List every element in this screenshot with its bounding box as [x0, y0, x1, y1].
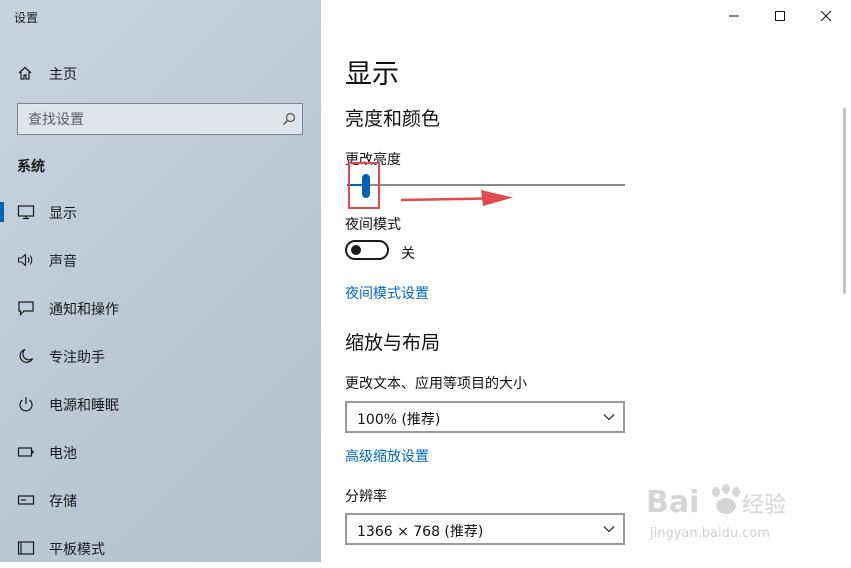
active-indicator	[0, 202, 4, 222]
watermark-brand: Bai	[646, 485, 699, 520]
home-icon	[18, 66, 32, 80]
search-icon[interactable]	[282, 112, 296, 126]
maximize-icon	[775, 11, 785, 21]
scale-layout-heading: 缩放与布局	[345, 332, 441, 354]
sidebar-item-label: 显示	[49, 206, 77, 222]
sidebar-item-label: 平板模式	[49, 542, 105, 558]
scale-dropdown-value: 100% (推荐)	[357, 412, 441, 428]
storage-icon	[17, 495, 35, 505]
chevron-down-icon	[603, 526, 615, 533]
night-mode-state: 关	[401, 246, 415, 262]
watermark-brand-cn: 经验	[742, 493, 786, 518]
scrollbar[interactable]	[843, 108, 846, 294]
sidebar-item-label: 电池	[49, 446, 77, 462]
night-mode-toggle[interactable]	[345, 240, 389, 260]
tablet-icon	[17, 541, 35, 555]
search-input[interactable]	[18, 104, 280, 136]
section-title: 系统	[17, 159, 45, 175]
resolution-label: 分辨率	[345, 489, 387, 505]
sidebar-item-storage[interactable]: 存储	[0, 480, 321, 520]
sidebar-item-battery[interactable]: 电池	[0, 432, 321, 472]
sidebar-item-notifications[interactable]: 通知和操作	[0, 288, 321, 328]
sidebar-item-label: 存储	[49, 494, 77, 510]
speaker-icon	[17, 253, 33, 267]
watermark-url: jingyan.baidu.com	[649, 526, 770, 541]
sidebar-item-label: 电源和睡眠	[49, 398, 119, 414]
nav-home-label: 主页	[49, 67, 77, 83]
resolution-dropdown-value: 1366 × 768 (推荐)	[357, 524, 484, 540]
night-mode-settings-link[interactable]: 夜间模式设置	[345, 283, 429, 303]
watermark: Bai 经验 jingyan.baidu.com	[640, 470, 810, 545]
annotation-arrow-icon	[400, 190, 513, 206]
sidebar-item-label: 声音	[49, 254, 77, 270]
resolution-dropdown[interactable]: 1366 × 768 (推荐)	[345, 513, 625, 545]
scale-dropdown[interactable]: 100% (推荐)	[345, 401, 625, 433]
annotation-highlight-box	[348, 162, 380, 209]
power-icon	[19, 397, 33, 412]
sidebar-item-label: 专注助手	[49, 350, 105, 366]
baidu-paw-logo-icon: Bai 经验 jingyan.baidu.com	[646, 484, 786, 541]
night-mode-label: 夜间模式	[345, 217, 401, 233]
search-box[interactable]	[17, 103, 303, 136]
minimize-icon	[729, 15, 739, 17]
scale-label: 更改文本、应用等项目的大小	[345, 376, 527, 392]
nav-home[interactable]: 主页	[0, 58, 321, 88]
sidebar-item-sound[interactable]: 声音	[0, 240, 321, 280]
app-title: 设置	[14, 11, 39, 25]
toggle-knob	[351, 245, 361, 255]
sidebar-item-power-sleep[interactable]: 电源和睡眠	[0, 384, 321, 424]
close-button[interactable]	[803, 0, 849, 32]
monitor-icon	[17, 205, 35, 220]
advanced-scaling-link[interactable]: 高级缩放设置	[345, 446, 429, 466]
battery-icon	[17, 447, 34, 457]
sidebar-item-label: 通知和操作	[49, 302, 119, 318]
moon-icon	[19, 348, 34, 363]
sidebar: 设置 主页 系统 显示 声音 通知和操作	[0, 0, 321, 562]
sidebar-item-focus-assist[interactable]: 专注助手	[0, 336, 321, 376]
brightness-heading: 亮度和颜色	[345, 108, 441, 130]
maximize-button[interactable]	[757, 0, 803, 32]
minimize-button[interactable]	[711, 0, 757, 32]
close-icon	[820, 10, 832, 22]
sidebar-item-tablet-mode[interactable]: 平板模式	[0, 528, 321, 568]
sidebar-item-display[interactable]: 显示	[0, 192, 321, 232]
notification-icon	[18, 301, 34, 316]
page-title: 显示	[345, 59, 399, 90]
chevron-down-icon	[603, 414, 615, 421]
